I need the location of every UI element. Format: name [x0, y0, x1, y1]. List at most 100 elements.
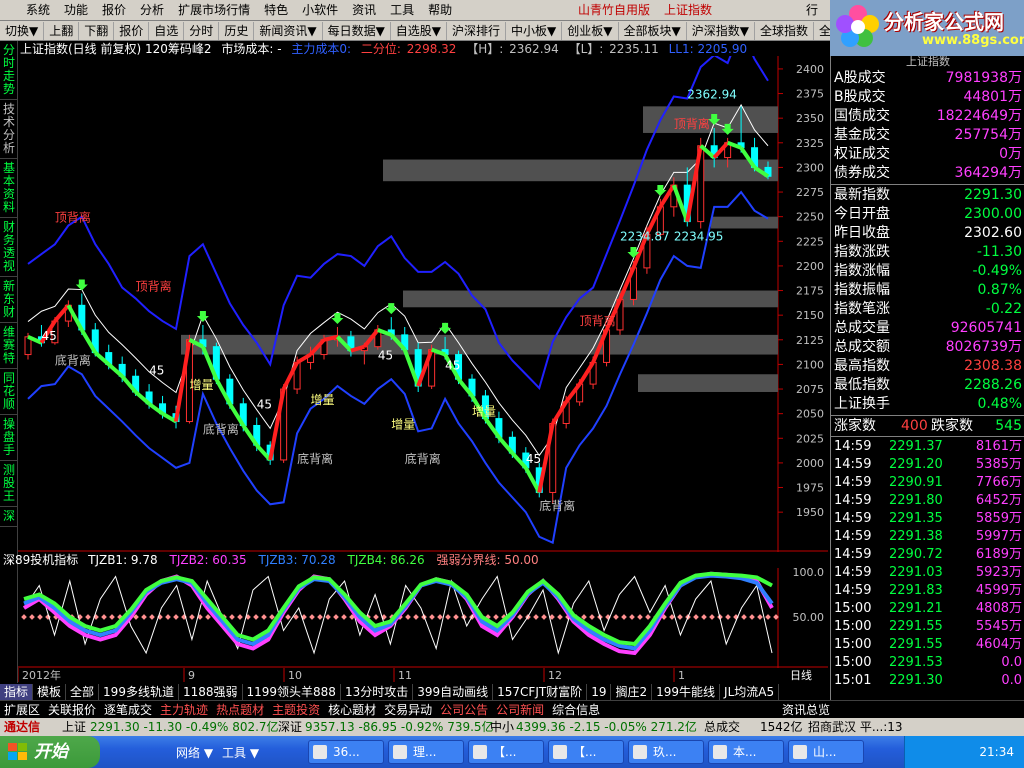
extension-tab-8[interactable]: 公司公告 [436, 702, 492, 718]
toolbar-button-4[interactable]: 自选 [149, 21, 185, 40]
y-tick-label: 2250 [796, 211, 824, 224]
indicator-tab-7[interactable]: 399自动画线 [413, 683, 494, 700]
h-value: 2362.94 [509, 42, 559, 56]
extension-tab-4[interactable]: 热点题材 [212, 702, 268, 718]
left-tab-8[interactable]: 测股王 [0, 461, 18, 507]
right-info-panel: 上证指数 A股成交 7981938万 B股成交 44801万 国债成交 18224649万基… [830, 56, 1024, 717]
toolbar-button-12[interactable]: 创业板▼ [562, 21, 619, 40]
menu-item-2[interactable]: 报价 [95, 0, 133, 21]
extension-tab-5[interactable]: 主题投资 [268, 702, 324, 718]
menu-item-5[interactable]: 特色 [257, 0, 295, 21]
toolbar-button-13[interactable]: 全部板块▼ [619, 21, 687, 40]
indicator-tab-11[interactable]: 199牛能线 [652, 683, 721, 700]
tjzb4-label: TJZB4: 86.26 [347, 553, 425, 567]
menu-item-1[interactable]: 功能 [57, 0, 95, 21]
period-label[interactable]: 日线 [790, 668, 812, 682]
stat-value: 44801万 [963, 89, 1022, 105]
toolbar-button-15[interactable]: 全球指数 [755, 21, 814, 40]
extension-tab-7[interactable]: 交易异动 [380, 702, 436, 718]
window-label: 山... [813, 745, 837, 759]
menu-item-0[interactable]: 系统 [0, 0, 57, 21]
indicator-tab-6[interactable]: 13分时攻击 [341, 683, 414, 700]
toolbar-button-11[interactable]: 中小板▼ [506, 21, 563, 40]
main-candlestick-chart[interactable]: 2400 2375 2350 2325 2300 2275 2250 2225 2200 2175… [18, 56, 828, 552]
tick-row: 15:01 2291.30 0.0 [831, 672, 1024, 690]
tick-row: 14:59 2291.80 6452万 [831, 492, 1024, 510]
taskbar-window-4[interactable]: 玖... [628, 740, 704, 764]
menu-item-3[interactable]: 分析 [133, 0, 171, 21]
menu-item-4[interactable]: 扩展市场行情 [171, 0, 257, 21]
left-tab-2[interactable]: 基本资料 [0, 159, 18, 218]
indicator-tab-10[interactable]: 搁庄2 [611, 683, 653, 700]
indicator-tab-1[interactable]: 模板 [33, 683, 67, 700]
left-tab-4[interactable]: 新东财 [0, 277, 18, 323]
system-tray: 21:34 [904, 736, 1024, 768]
stat-value: 18224649万 [936, 108, 1022, 124]
stat-label: 基金成交 [834, 127, 890, 143]
info-overview-tab[interactable]: 资讯总览 [778, 702, 834, 718]
taskbar-window-0[interactable]: 36... [308, 740, 384, 764]
indicator-tab-3[interactable]: 199多线轨道 [99, 683, 179, 700]
toolbar-button-8[interactable]: 每日数据▼ [323, 21, 391, 40]
quote-value: 0.48% [977, 396, 1022, 412]
start-button[interactable]: 开始 [0, 736, 100, 768]
tick-time: 15:00 [834, 619, 872, 634]
left-tab-0[interactable]: 分时走势 [0, 41, 18, 100]
left-tab-1[interactable]: 技术分析 [0, 100, 18, 159]
menu-item-8[interactable]: 工具 [383, 0, 421, 21]
menu-item-7[interactable]: 资讯 [345, 0, 383, 21]
extension-tab-1[interactable]: 关联报价 [44, 702, 100, 718]
indicator-tab-4[interactable]: 1188强弱 [179, 683, 243, 700]
tick-volume: 4599万 [975, 583, 1022, 598]
taskbar-window-5[interactable]: 本... [708, 740, 784, 764]
toolbar-button-5[interactable]: 分时 [184, 21, 220, 40]
trade-button[interactable]: 行 [806, 0, 818, 21]
left-tab-7[interactable]: 操盘手 [0, 415, 18, 461]
tick-row: 14:59 2291.03 5923万 [831, 564, 1024, 582]
toolbar-button-6[interactable]: 历史 [219, 21, 255, 40]
toolbar-button-1[interactable]: 上翻 [44, 21, 80, 40]
indicator-chart[interactable]: 100.0 50.00 [18, 568, 828, 668]
toolbar-button-9[interactable]: 自选股▼ [391, 21, 448, 40]
indicator-tab-5[interactable]: 1199领头羊888 [243, 683, 341, 700]
taskbar-window-6[interactable]: 山... [788, 740, 864, 764]
indicator-tab-0[interactable]: 指标 [0, 683, 34, 700]
indicator-tab-8[interactable]: 157CFJT财富阶 [493, 683, 588, 700]
extension-tab-0[interactable]: 扩展区 [0, 702, 44, 718]
indicator-tab-9[interactable]: 19 [587, 683, 612, 700]
chart-annotation: 顶背离 [136, 279, 172, 294]
quote-label: 最低指数 [834, 377, 890, 393]
menu-item-9[interactable]: 帮助 [421, 0, 459, 21]
broker-label[interactable]: 招商武汉 平...:13 [808, 718, 903, 736]
toolbar: 切换▼ 上翻 下翻 报价 自选 分时 历史 新闻资讯▼ 每日数据▼ 自选股▼ 沪深排行 中小板▼ 创业板… [0, 21, 830, 41]
taskbar-window-2[interactable]: 【... [468, 740, 544, 764]
toolbar-button-3[interactable]: 报价 [114, 21, 150, 40]
left-tab-3[interactable]: 财务透视 [0, 218, 18, 277]
tools-menu[interactable]: 工具 ▼ [222, 744, 259, 761]
quote-label: 指数涨跌 [834, 244, 890, 260]
toolbar-button-0[interactable]: 切换▼ [0, 21, 45, 40]
toolbar-button-7[interactable]: 新闻资讯▼ [254, 21, 323, 40]
taskbar-window-3[interactable]: 【... [548, 740, 624, 764]
extension-tabs: 扩展区 关联报价 逐笔成交 主力轨迹 热点题材 主题投资 核心题材 交易异动 公司公告 公司新闻综… [0, 700, 1024, 718]
indicator-tab-12[interactable]: JL均流A5 [720, 683, 780, 700]
extension-tab-10[interactable]: 综合信息 [548, 702, 604, 718]
left-tab-6[interactable]: 同花顺 [0, 369, 18, 415]
menu-item-6[interactable]: 小软件 [295, 0, 345, 21]
x-tick-label: 12 [548, 669, 562, 682]
extension-tab-3[interactable]: 主力轨迹 [156, 702, 212, 718]
extension-tab-6[interactable]: 核心题材 [324, 702, 380, 718]
toolbar-button-2[interactable]: 下翻 [79, 21, 115, 40]
indicator-tab-2[interactable]: 全部 [66, 683, 100, 700]
toolbar-button-14[interactable]: 沪深指数▼ [687, 21, 755, 40]
left-tab-5[interactable]: 维赛特 [0, 323, 18, 369]
net-menu[interactable]: 网络 ▼ [176, 744, 213, 761]
taskbar-window-1[interactable]: 理... [388, 740, 464, 764]
logo-text: 分析家公式网 [884, 10, 1004, 34]
extension-tab-9[interactable]: 公司新闻 [492, 702, 548, 718]
tick-row: 14:59 2291.38 5997万 [831, 528, 1024, 546]
toolbar-button-16[interactable]: 全 [814, 22, 830, 40]
left-tab-9[interactable]: 深 [0, 507, 18, 527]
toolbar-button-10[interactable]: 沪深排行 [447, 21, 507, 40]
extension-tab-2[interactable]: 逐笔成交 [100, 702, 156, 718]
